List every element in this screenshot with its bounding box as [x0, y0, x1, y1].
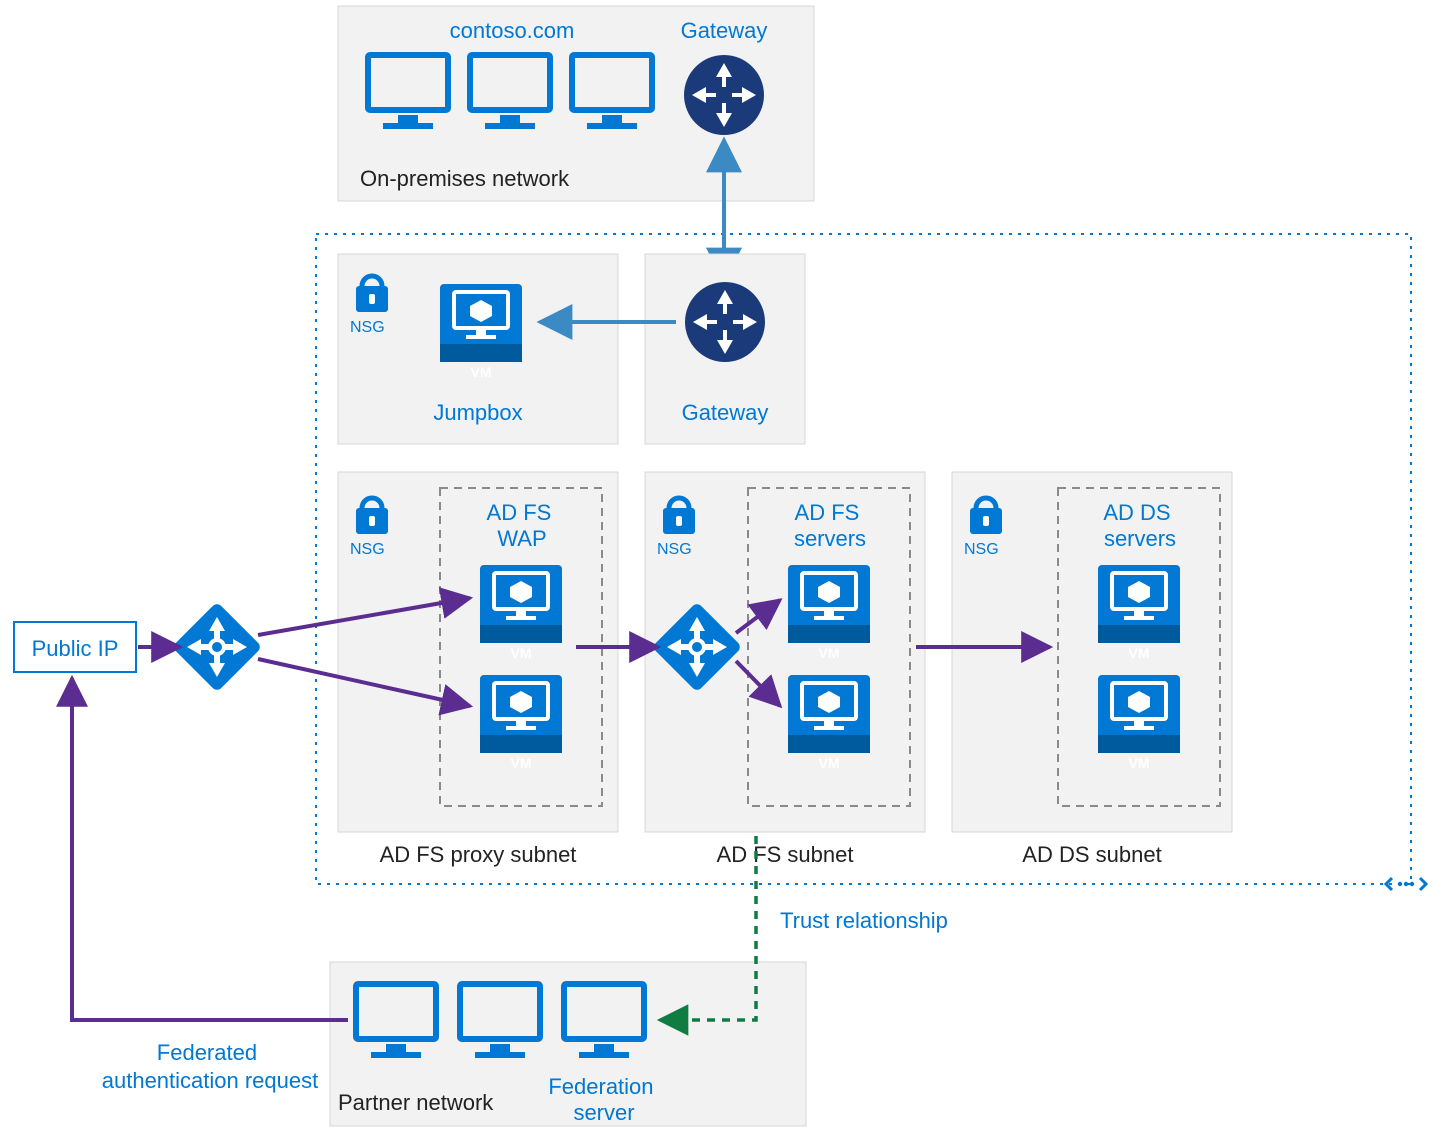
adds-title: AD DS servers	[1103, 500, 1176, 551]
onprem-domain-label: contoso.com	[450, 18, 575, 43]
jumpbox-subnet: NSG VM Jumpbox	[338, 254, 618, 444]
vm-badge: VM	[1129, 755, 1150, 771]
nsg-label: NSG	[350, 319, 385, 336]
partner-label: Partner network	[338, 1090, 494, 1115]
adfs-proxy-label: AD FS proxy subnet	[380, 842, 577, 867]
jumpbox-label: Jumpbox	[433, 400, 522, 425]
adfs-title: AD FS servers	[794, 500, 866, 551]
azure-gateway-label: Gateway	[682, 400, 769, 425]
adfs-label: AD FS subnet	[717, 842, 854, 867]
vm-badge: VM	[471, 364, 492, 380]
vm-icon	[480, 675, 562, 753]
gateway-icon	[684, 55, 764, 135]
vm-badge: VM	[819, 645, 840, 661]
vm-badge: VM	[511, 645, 532, 661]
onprem-network: contoso.com Gateway On-premises network	[338, 6, 814, 201]
vm-badge: VM	[819, 755, 840, 771]
onprem-label: On-premises network	[360, 166, 570, 191]
vm-icon	[788, 565, 870, 643]
adds-subnet: NSG AD DS servers VM VM AD DS subnet	[952, 472, 1232, 867]
vm-badge: VM	[1129, 645, 1150, 661]
adfs-proxy-subnet: NSG AD FS WAP VM VM AD FS proxy subnet	[338, 472, 618, 867]
nsg-label: NSG	[964, 541, 999, 558]
partner-network: Partner network Federation server	[330, 962, 806, 1126]
trust-label: Trust relationship	[780, 908, 948, 933]
federated-request-label: Federated authentication request	[102, 1040, 319, 1093]
vm-icon	[1098, 675, 1180, 753]
public-ip: Public IP	[14, 622, 136, 672]
gateway-icon	[685, 282, 765, 362]
vm-icon	[440, 284, 522, 362]
nsg-label: NSG	[350, 541, 385, 558]
nsg-label: NSG	[657, 541, 692, 558]
vm-badge: VM	[511, 755, 532, 771]
vm-icon	[788, 675, 870, 753]
adds-label: AD DS subnet	[1022, 842, 1161, 867]
external-lb	[172, 602, 263, 693]
federated-request-path	[72, 678, 348, 1020]
vm-icon	[480, 565, 562, 643]
onprem-gateway-label: Gateway	[681, 18, 768, 43]
architecture-diagram: contoso.com Gateway On-premises network …	[0, 0, 1433, 1132]
public-ip-label: Public IP	[32, 636, 119, 661]
vm-icon	[1098, 565, 1180, 643]
azure-gateway-subnet: Gateway	[645, 254, 805, 444]
